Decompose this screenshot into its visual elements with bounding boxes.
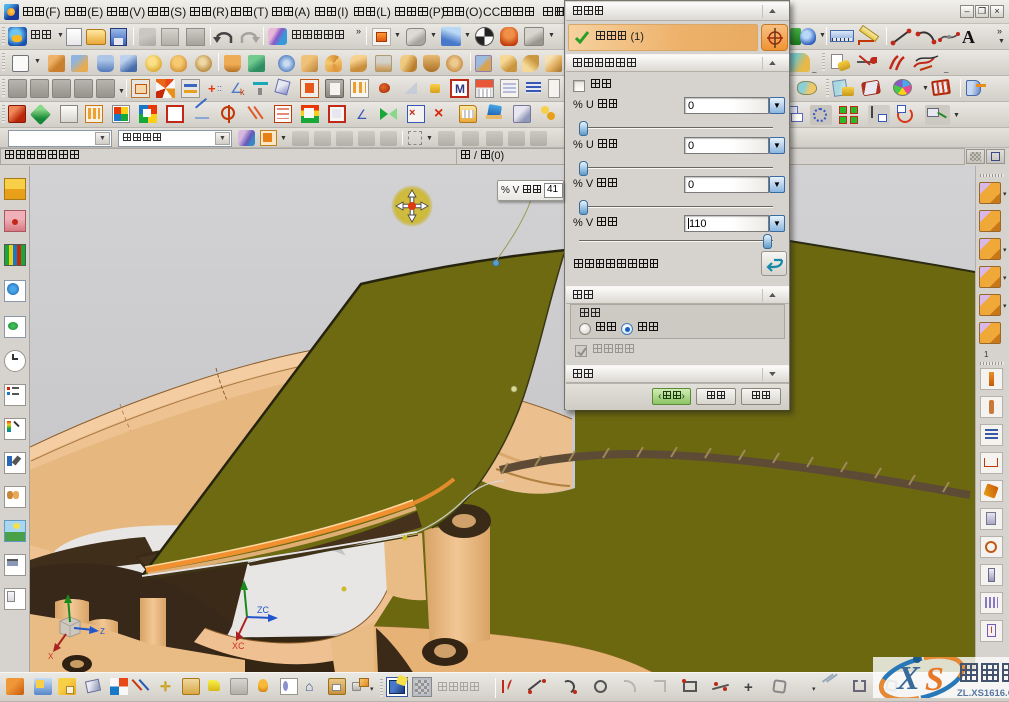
svg-text:Z: Z: [100, 627, 105, 636]
svg-text:X: X: [896, 660, 921, 697]
svg-text:S: S: [925, 661, 944, 698]
svg-text:XC: XC: [232, 641, 245, 651]
svg-text:X: X: [48, 652, 54, 661]
svg-text:ZC: ZC: [257, 605, 269, 615]
